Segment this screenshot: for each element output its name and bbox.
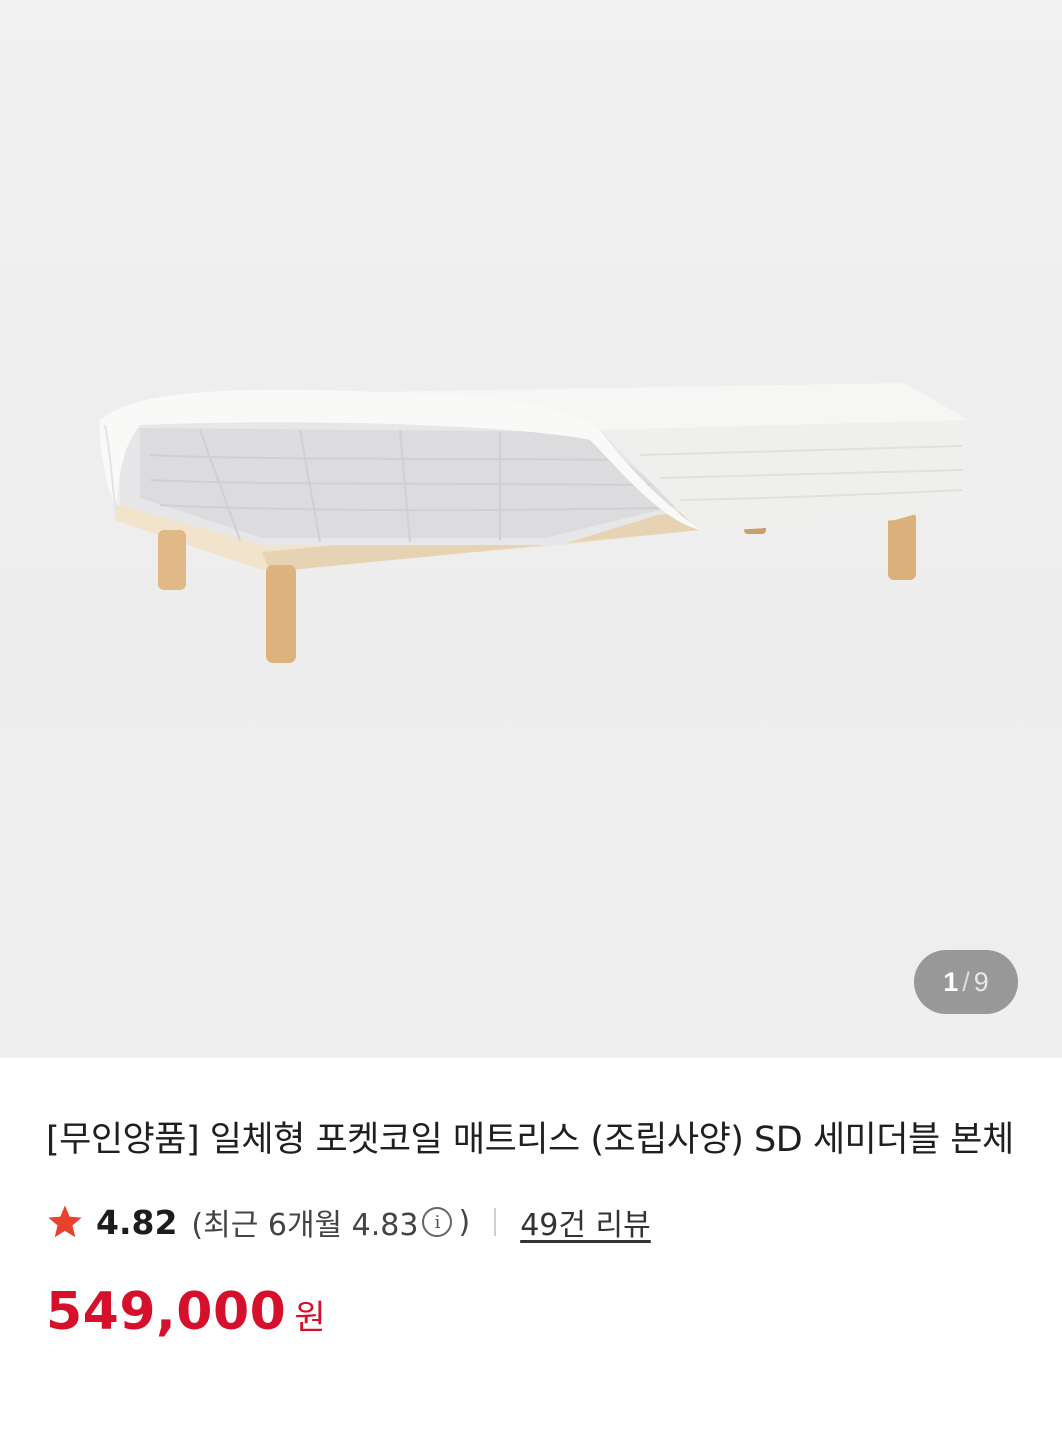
star-icon [48,1205,82,1238]
product-image-gallery[interactable]: 1 / 9 [0,0,1062,1058]
product-info: [무인양품] 일체형 포켓코일 매트리스 (조립사양) SD 세미더블 본체 4… [0,1110,1062,1342]
product-title: [무인양품] 일체형 포켓코일 매트리스 (조립사양) SD 세미더블 본체 [46,1120,1014,1160]
price-row: 549,000 원 [46,1282,1016,1342]
recent-rating: (최근 6개월 4.83 i ) [191,1200,470,1244]
product-image [99,383,968,663]
rating-score: 4.82 [96,1202,178,1242]
pager-total: 9 [973,966,989,997]
pager-separator: / [962,966,970,997]
price-currency: 원 [294,1298,326,1338]
recent-rating-close: ) [458,1204,471,1240]
image-pager-indicator: 1 / 9 [914,950,1018,1014]
review-count-link[interactable]: 49건 리뷰 [520,1200,651,1244]
divider [494,1208,497,1236]
price-amount: 549,000 [46,1282,287,1342]
info-icon[interactable]: i [422,1207,453,1237]
pager-current: 1 [943,966,959,997]
recent-rating-text: (최근 6개월 4.83 [191,1208,419,1243]
rating-row: 4.82 (최근 6개월 4.83 i ) 49건 리뷰 [46,1200,1016,1244]
